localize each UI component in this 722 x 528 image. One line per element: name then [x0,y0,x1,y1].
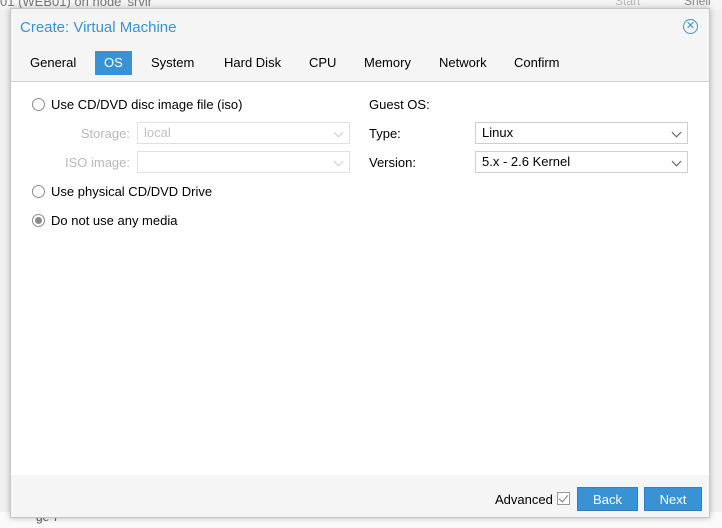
version-label: Version: [369,155,416,170]
guest-os-heading: Guest OS: [369,97,430,112]
storage-select[interactable]: local [137,122,350,144]
chevron-down-icon [671,156,682,167]
iso-image-select[interactable] [137,151,350,173]
physical-drive-radio-option[interactable]: Use physical CD/DVD Drive [32,184,212,199]
tab-system[interactable]: System [142,51,203,75]
tab-confirm[interactable]: Confirm [505,51,569,75]
tab-network[interactable]: Network [430,51,496,75]
chevron-down-icon [333,156,344,167]
tab-hard-disk[interactable]: Hard Disk [215,51,290,75]
dialog-header: Create: Virtual Machine ✕ [11,9,709,47]
background-start-button: Start [615,0,641,8]
iso-radio-option[interactable]: Use CD/DVD disc image file (iso) [32,97,242,112]
close-icon[interactable]: ✕ [683,19,698,34]
os-panel: Use CD/DVD disc image file (iso) Storage… [11,82,709,475]
chevron-down-icon [333,127,344,138]
storage-value: local [144,125,171,140]
tab-cpu[interactable]: CPU [300,51,345,75]
dialog-title: Create: Virtual Machine [20,19,177,36]
physical-drive-radio[interactable] [32,185,45,198]
os-type-select[interactable]: Linux [475,122,688,144]
iso-radio[interactable] [32,98,45,111]
advanced-checkbox[interactable] [557,492,570,505]
type-label: Type: [369,126,401,141]
create-vm-dialog: Create: Virtual Machine ✕ General OS Sys… [10,8,710,518]
advanced-label: Advanced [495,492,553,507]
os-version-select[interactable]: 5.x - 2.6 Kernel [475,151,688,173]
next-button[interactable]: Next [644,487,702,511]
background-shell-button: Shell [684,0,711,8]
no-media-label: Do not use any media [51,213,178,228]
back-button[interactable]: Back [577,487,638,511]
no-media-radio[interactable] [32,214,45,227]
dialog-footer: Advanced Back Next [11,475,709,517]
chevron-down-icon [671,127,682,138]
tab-memory[interactable]: Memory [355,51,420,75]
physical-drive-label: Use physical CD/DVD Drive [51,184,213,199]
no-media-radio-option[interactable]: Do not use any media [32,213,177,228]
iso-image-label: ISO image: [64,155,130,170]
os-type-value: Linux [482,125,514,140]
tab-os[interactable]: OS [95,51,132,75]
storage-label: Storage: [80,126,130,141]
wizard-tabbar: General OS System Hard Disk CPU Memory N… [11,47,709,82]
os-version-value: 5.x - 2.6 Kernel [482,154,571,169]
iso-radio-label: Use CD/DVD disc image file (iso) [51,97,243,112]
tab-general[interactable]: General [21,51,85,75]
